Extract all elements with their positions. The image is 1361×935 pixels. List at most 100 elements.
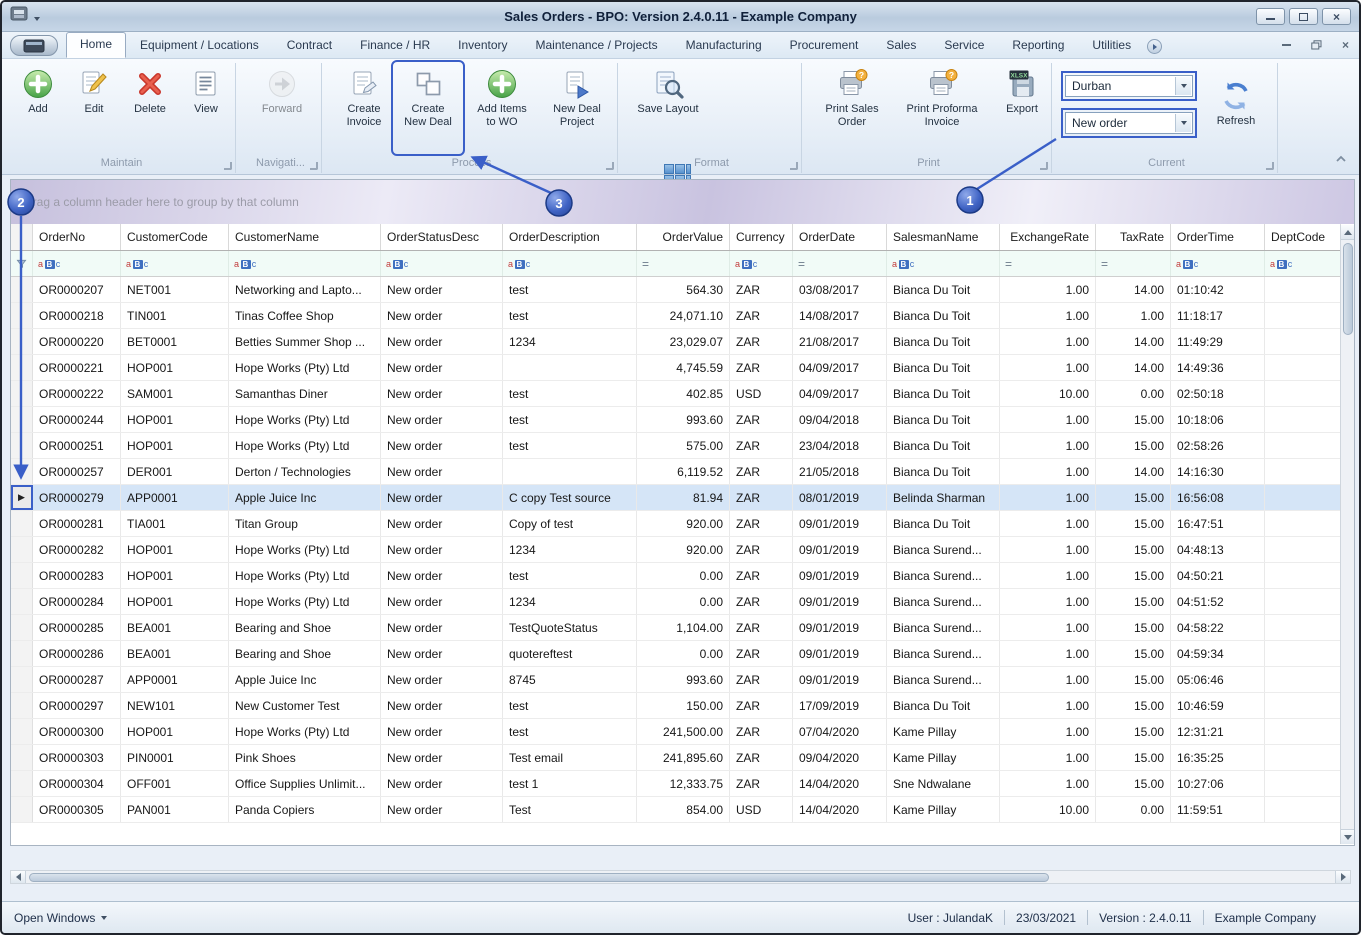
cell-salesmanname[interactable]: Bianca Du Toit <box>887 355 1000 380</box>
cell-salesmanname[interactable]: Kame Pillay <box>887 797 1000 822</box>
column-header-orderstatusdesc[interactable]: OrderStatusDesc <box>381 224 503 250</box>
filter-cell-orderstatusdesc[interactable]: aBc <box>381 251 503 276</box>
table-row[interactable]: OR0000251 HOP001 Hope Works (Pty) Ltd New o… <box>11 433 1354 459</box>
cell-currency[interactable]: ZAR <box>730 771 793 796</box>
cell-ordertime[interactable]: 05:06:46 <box>1171 667 1265 692</box>
mdi-minimize-icon[interactable] <box>1281 44 1291 46</box>
filter-row-indicator[interactable] <box>11 251 33 276</box>
cell-currency[interactable]: ZAR <box>730 303 793 328</box>
cell-salesmanname[interactable]: Sne Ndwalane <box>887 771 1000 796</box>
row-indicator[interactable] <box>11 459 33 484</box>
cell-orderno[interactable]: OR0000220 <box>33 329 121 354</box>
cell-orderdescription[interactable]: C copy Test source <box>503 485 637 510</box>
cell-ordertime[interactable]: 11:59:51 <box>1171 797 1265 822</box>
table-row[interactable]: OR0000285 BEA001 Bearing and Shoe New order… <box>11 615 1354 641</box>
cell-orderdescription[interactable] <box>503 355 637 380</box>
cell-currency[interactable]: ZAR <box>730 563 793 588</box>
row-indicator[interactable] <box>11 667 33 692</box>
cell-orderdate[interactable]: 23/04/2018 <box>793 433 887 458</box>
cell-exchangerate[interactable]: 1.00 <box>1000 537 1096 562</box>
table-row[interactable]: OR0000221 HOP001 Hope Works (Pty) Ltd New o… <box>11 355 1354 381</box>
table-row[interactable]: OR0000282 HOP001 Hope Works (Pty) Ltd New o… <box>11 537 1354 563</box>
cell-ordervalue[interactable]: 241,895.60 <box>637 745 730 770</box>
row-indicator[interactable] <box>11 563 33 588</box>
table-row[interactable]: ▶ OR0000279 APP0001 Apple Juice Inc New orde… <box>11 485 1354 511</box>
horizontal-scroll-thumb[interactable] <box>29 872 1049 882</box>
cell-customername[interactable]: Hope Works (Pty) Ltd <box>229 589 381 614</box>
row-indicator[interactable] <box>11 719 33 744</box>
cell-taxrate[interactable]: 15.00 <box>1096 771 1171 796</box>
table-row[interactable]: OR0000283 HOP001 Hope Works (Pty) Ltd New o… <box>11 563 1354 589</box>
cell-ordervalue[interactable]: 402.85 <box>637 381 730 406</box>
maximize-button[interactable] <box>1289 8 1318 25</box>
cell-customercode[interactable]: APP0001 <box>121 485 229 510</box>
cell-orderno[interactable]: OR0000283 <box>33 563 121 588</box>
cell-deptcode[interactable] <box>1265 329 1341 354</box>
cell-taxrate[interactable]: 0.00 <box>1096 797 1171 822</box>
cell-deptcode[interactable] <box>1265 641 1341 666</box>
collapse-ribbon-icon[interactable] <box>1335 150 1347 168</box>
cell-orderno[interactable]: OR0000281 <box>33 511 121 536</box>
column-header-ordertime[interactable]: OrderTime <box>1171 224 1265 250</box>
cell-deptcode[interactable] <box>1265 485 1341 510</box>
dialog-launcher-icon[interactable] <box>310 162 318 170</box>
dialog-launcher-icon[interactable] <box>790 162 798 170</box>
cell-deptcode[interactable] <box>1265 381 1341 406</box>
cell-currency[interactable]: ZAR <box>730 745 793 770</box>
order-status-select[interactable]: New order <box>1061 108 1197 138</box>
cell-orderno[interactable]: OR0000285 <box>33 615 121 640</box>
cell-orderstatusdesc[interactable]: New order <box>381 667 503 692</box>
cell-orderno[interactable]: OR0000207 <box>33 277 121 302</box>
cell-salesmanname[interactable]: Bianca Du Toit <box>887 407 1000 432</box>
cell-ordertime[interactable]: 04:59:34 <box>1171 641 1265 666</box>
cell-orderstatusdesc[interactable]: New order <box>381 745 503 770</box>
row-indicator[interactable] <box>11 303 33 328</box>
cell-ordertime[interactable]: 04:50:21 <box>1171 563 1265 588</box>
cell-orderno[interactable]: OR0000305 <box>33 797 121 822</box>
cell-exchangerate[interactable]: 1.00 <box>1000 329 1096 354</box>
table-row[interactable]: OR0000222 SAM001 Samanthas Diner New order t… <box>11 381 1354 407</box>
cell-orderno[interactable]: OR0000218 <box>33 303 121 328</box>
cell-customercode[interactable]: BET0001 <box>121 329 229 354</box>
cell-customercode[interactable]: HOP001 <box>121 719 229 744</box>
cell-currency[interactable]: ZAR <box>730 511 793 536</box>
cell-ordertime[interactable]: 11:49:29 <box>1171 329 1265 354</box>
cell-orderdate[interactable]: 14/04/2020 <box>793 797 887 822</box>
cell-customername[interactable]: Bearing and Shoe <box>229 641 381 666</box>
cell-deptcode[interactable] <box>1265 615 1341 640</box>
cell-customername[interactable]: Office Supplies Unlimit... <box>229 771 381 796</box>
cell-currency[interactable]: USD <box>730 797 793 822</box>
filter-cell-taxrate[interactable]: = <box>1096 251 1171 276</box>
cell-orderno[interactable]: OR0000282 <box>33 537 121 562</box>
cell-customername[interactable]: Pink Shoes <box>229 745 381 770</box>
cell-orderdate[interactable]: 21/08/2017 <box>793 329 887 354</box>
column-header-customercode[interactable]: CustomerCode <box>121 224 229 250</box>
cell-salesmanname[interactable]: Kame Pillay <box>887 719 1000 744</box>
cell-taxrate[interactable]: 15.00 <box>1096 615 1171 640</box>
cell-orderdescription[interactable] <box>503 459 637 484</box>
filter-cell-orderdescription[interactable]: aBc <box>503 251 637 276</box>
cell-orderdate[interactable]: 07/04/2020 <box>793 719 887 744</box>
cell-salesmanname[interactable]: Bianca Surend... <box>887 563 1000 588</box>
cell-orderstatusdesc[interactable]: New order <box>381 277 503 302</box>
chevron-down-icon[interactable] <box>1175 114 1191 132</box>
view-button[interactable]: View <box>178 63 234 153</box>
cell-orderstatusdesc[interactable]: New order <box>381 511 503 536</box>
cell-customername[interactable]: Networking and Lapto... <box>229 277 381 302</box>
cell-orderdescription[interactable]: test 1 <box>503 771 637 796</box>
cell-ordertime[interactable]: 01:10:42 <box>1171 277 1265 302</box>
cell-orderdate[interactable]: 09/01/2019 <box>793 511 887 536</box>
cell-salesmanname[interactable]: Bianca Du Toit <box>887 381 1000 406</box>
cell-ordertime[interactable]: 02:58:26 <box>1171 433 1265 458</box>
cell-orderstatusdesc[interactable]: New order <box>381 381 503 406</box>
cell-customercode[interactable]: HOP001 <box>121 563 229 588</box>
table-row[interactable]: OR0000207 NET001 Networking and Lapto... Ne… <box>11 277 1354 303</box>
cell-salesmanname[interactable]: Bianca Du Toit <box>887 693 1000 718</box>
cell-ordervalue[interactable]: 24,071.10 <box>637 303 730 328</box>
cell-orderno[interactable]: OR0000244 <box>33 407 121 432</box>
table-row[interactable]: OR0000220 BET0001 Betties Summer Shop ... N… <box>11 329 1354 355</box>
cell-ordervalue[interactable]: 993.60 <box>637 407 730 432</box>
cell-customername[interactable]: Hope Works (Pty) Ltd <box>229 719 381 744</box>
cell-deptcode[interactable] <box>1265 563 1341 588</box>
filter-cell-customername[interactable]: aBc <box>229 251 381 276</box>
